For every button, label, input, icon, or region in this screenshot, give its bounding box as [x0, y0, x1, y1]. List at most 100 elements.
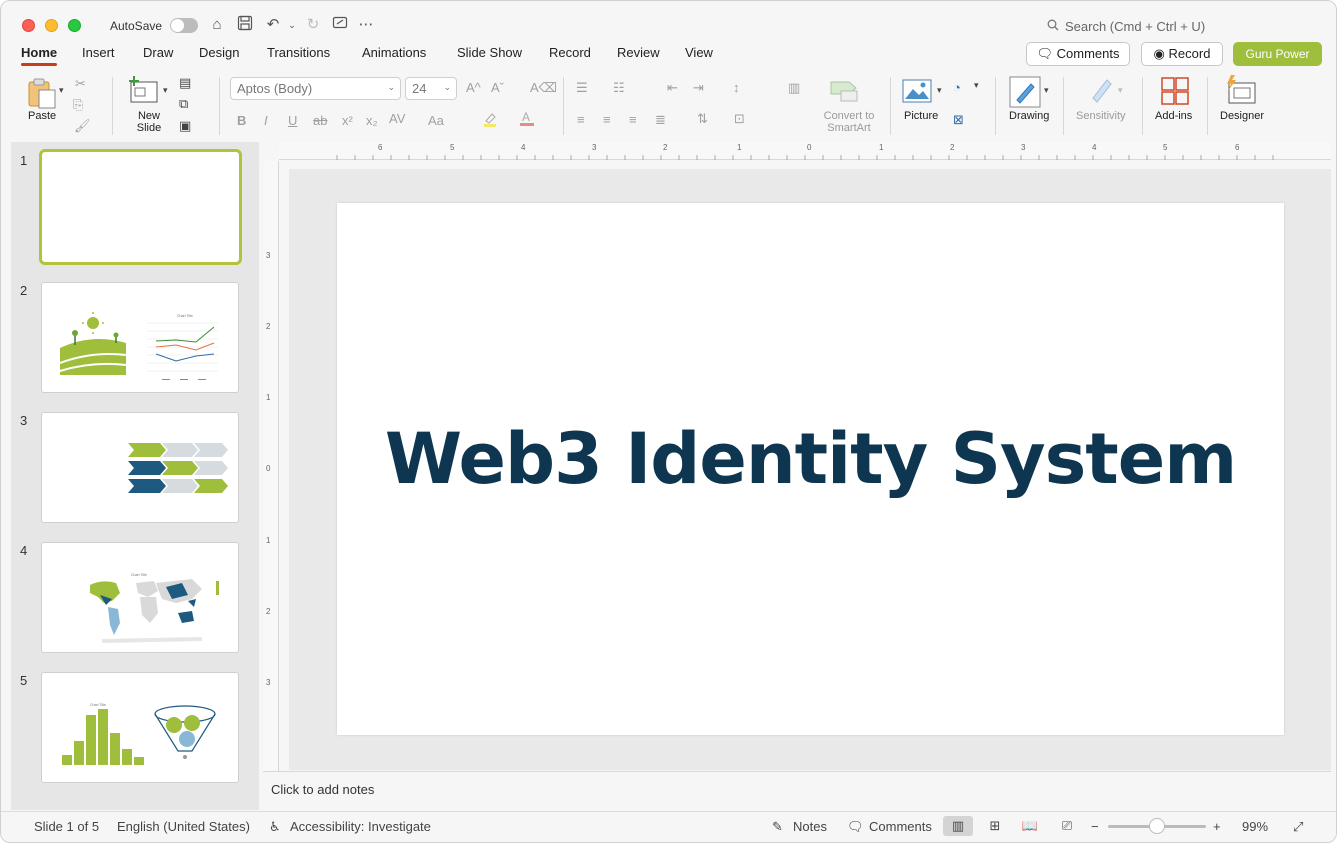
tab-draw[interactable]: Draw [143, 45, 173, 60]
new-slide-dropdown-icon[interactable]: ▾ [163, 85, 168, 96]
comments-button[interactable]: 🗨 Comments [1026, 42, 1130, 66]
paste-dropdown-icon[interactable]: ▾ [59, 85, 64, 96]
line-spacing-icon[interactable]: ↕ [733, 80, 740, 95]
change-case-icon[interactable]: Aa [428, 113, 444, 128]
zoom-window-button[interactable] [68, 19, 81, 32]
cut-icon[interactable]: ✂ [75, 76, 86, 92]
notes-toggle-label[interactable]: Notes [793, 819, 827, 834]
bold-icon[interactable]: B [237, 113, 246, 128]
normal-view-icon[interactable]: ▥ [943, 816, 973, 836]
slide-sorter-view-icon[interactable]: ⊞ [980, 816, 1010, 836]
align-left-icon[interactable]: ≡ [577, 112, 585, 127]
picture-icon[interactable] [902, 79, 932, 106]
more-icon[interactable]: ⋯ [356, 15, 376, 35]
slide-thumbnail-5[interactable]: Chart Title [41, 672, 239, 783]
autosave-toggle[interactable] [170, 18, 198, 33]
shapes-icon[interactable]: ◔ [953, 80, 961, 95]
reading-view-icon[interactable]: 📖 [1015, 816, 1045, 836]
zoom-in-icon[interactable]: + [1213, 819, 1221, 834]
save-icon[interactable] [235, 15, 255, 35]
addins-icon[interactable] [1160, 76, 1190, 109]
comments-toggle-label[interactable]: Comments [869, 819, 932, 834]
redo-icon[interactable]: ↻ [303, 15, 323, 35]
zoom-slider-handle[interactable] [1149, 818, 1165, 834]
accessibility-icon[interactable]: ♿ [269, 819, 281, 835]
slide-thumbnail-1[interactable] [39, 149, 242, 265]
format-painter-icon[interactable]: 🖌 [74, 118, 91, 134]
reset-icon[interactable]: ⧉ [179, 96, 188, 112]
section-icon[interactable]: ▣ [179, 118, 191, 134]
sensitivity-dropdown-icon[interactable]: ▾ [1118, 85, 1123, 96]
align-text-icon[interactable]: ⊡ [734, 111, 745, 127]
tab-slide-show[interactable]: Slide Show [457, 45, 522, 60]
svg-text:Chart Title: Chart Title [177, 314, 193, 318]
comments-icon[interactable]: 🗨 [847, 819, 864, 835]
close-window-button[interactable] [22, 19, 35, 32]
shapes-dropdown-icon[interactable]: ▾ [974, 80, 979, 91]
decrease-indent-icon[interactable]: ⇤ [667, 80, 678, 96]
notes-icon[interactable]: ✎ [772, 819, 783, 835]
drawing-icon[interactable] [1009, 76, 1041, 111]
slide-thumbnail-2[interactable]: Chart Title [41, 282, 239, 393]
record-button[interactable]: ◉ Record [1141, 42, 1223, 66]
tab-home[interactable]: Home [21, 45, 58, 66]
slide-show-view-icon[interactable]: ⎚ [1052, 816, 1082, 836]
align-center-icon[interactable]: ≡ [603, 112, 611, 127]
italic-icon[interactable]: I [264, 113, 268, 128]
font-color-icon[interactable]: A [519, 110, 535, 130]
tab-view[interactable]: View [685, 45, 713, 60]
character-spacing-icon[interactable]: AV [389, 111, 405, 126]
undo-dropdown-icon[interactable]: ⌄ [282, 15, 302, 35]
copy-icon[interactable]: ⎘ [73, 97, 83, 113]
tab-animations[interactable]: Animations [362, 45, 426, 60]
presenter-icon[interactable] [330, 15, 350, 35]
justify-icon[interactable]: ≣ [655, 112, 666, 128]
sensitivity-icon[interactable] [1087, 76, 1115, 109]
fit-to-window-icon[interactable]: ⤢ [1293, 819, 1303, 835]
font-name-select[interactable]: Aptos (Body) ⌄ [230, 77, 401, 100]
increase-font-icon[interactable]: A^ [466, 80, 481, 95]
search-box[interactable]: Search (Cmd + Ctrl + U) [1047, 19, 1205, 34]
tab-review[interactable]: Review [617, 45, 660, 60]
columns-icon[interactable]: ▥ [788, 80, 800, 96]
tab-insert[interactable]: Insert [82, 45, 115, 60]
slide-title-text[interactable]: Web3 Identity System [337, 418, 1284, 500]
align-right-icon[interactable]: ≡ [629, 112, 637, 127]
superscript-icon[interactable]: x² [342, 113, 353, 128]
current-slide[interactable]: Web3 Identity System [337, 203, 1284, 735]
highlight-icon[interactable] [482, 111, 498, 130]
strikethrough-icon[interactable]: ab [313, 113, 327, 128]
language-indicator[interactable]: English (United States) [117, 819, 250, 834]
minimize-window-button[interactable] [45, 19, 58, 32]
tab-design[interactable]: Design [199, 45, 239, 60]
zoom-out-icon[interactable]: − [1091, 819, 1099, 834]
slide-thumbnail-4[interactable]: Chart Title [41, 542, 239, 653]
notes-pane[interactable]: Click to add notes [263, 771, 1331, 810]
slide-thumbnail-3[interactable] [41, 412, 239, 523]
tab-record[interactable]: Record [549, 45, 591, 60]
decrease-font-icon[interactable]: Aˇ [491, 80, 504, 95]
home-icon[interactable]: ⌂ [207, 15, 227, 35]
drawing-dropdown-icon[interactable]: ▾ [1044, 85, 1049, 96]
picture-dropdown-icon[interactable]: ▾ [937, 85, 942, 96]
numbering-icon[interactable]: ☷ [613, 80, 625, 96]
clear-format-icon[interactable]: A⌫ [530, 80, 557, 96]
undo-icon[interactable]: ↶ [263, 15, 283, 35]
increase-indent-icon[interactable]: ⇥ [693, 80, 704, 96]
guru-power-button[interactable]: Guru Power [1233, 42, 1322, 66]
subscript-icon[interactable]: x₂ [366, 113, 378, 128]
accessibility-status[interactable]: Accessibility: Investigate [290, 819, 431, 834]
text-direction-icon[interactable]: ⇅ [697, 111, 708, 127]
new-slide-icon[interactable] [128, 76, 160, 109]
layout-icon[interactable]: ▤ [179, 75, 191, 91]
paste-icon[interactable] [25, 76, 59, 113]
bullets-icon[interactable]: ☰ [576, 80, 588, 96]
smartart-icon[interactable] [829, 79, 859, 106]
designer-icon[interactable] [1225, 75, 1257, 110]
font-size-select[interactable]: 24 ⌄ [405, 77, 457, 100]
zoom-level[interactable]: 99% [1242, 819, 1268, 834]
underline-icon[interactable]: U [288, 113, 297, 128]
notes-placeholder[interactable]: Click to add notes [271, 782, 374, 797]
tab-transitions[interactable]: Transitions [267, 45, 330, 60]
textbox-icon[interactable]: ⊠ [953, 112, 964, 128]
